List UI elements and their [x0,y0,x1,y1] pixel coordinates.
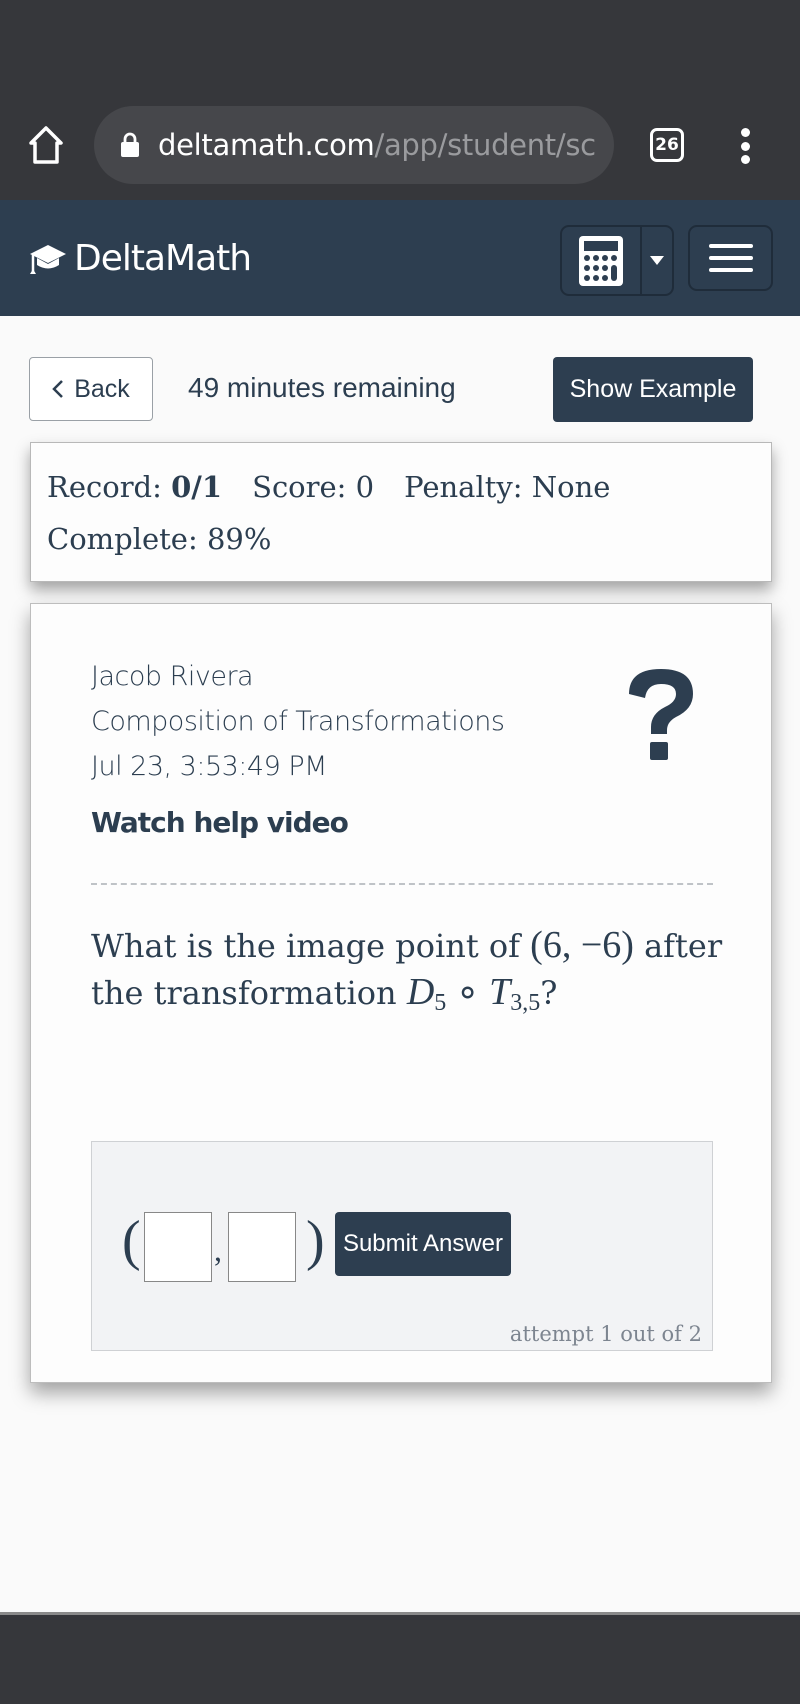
point-math: (6, −6) [530,924,634,966]
close-paren: ) [306,1210,325,1272]
calculator-dropdown-toggle[interactable] [642,227,672,294]
transformation-math: D5 ∘ T3,5 [406,971,541,1016]
comma: , [214,1232,222,1268]
compose-operator: ∘ [455,971,480,1013]
record-value: 0/1 [171,470,223,504]
tab-count: 26 [655,135,679,155]
time-remaining: 49 minutes remaining [188,372,456,403]
timestamp: Jul 23, 3:53:49 PM [91,751,327,782]
question-prefix: What is the image point of [91,927,520,965]
x-coordinate-input[interactable] [144,1212,212,1282]
menu-button[interactable] [688,225,773,291]
question-suffix: ? [540,974,558,1012]
question-text: What is the image point of (6, −6) after… [91,922,731,1026]
dot [740,155,750,164]
chevron-left-icon [52,380,64,398]
topic-title: Composition of Transformations [91,706,505,737]
status-bar [0,0,800,92]
lock-icon [121,132,139,157]
dilation-subscript: 5 [434,990,447,1016]
translation-symbol: T [489,971,511,1013]
dilation-symbol: D [406,971,435,1013]
caret-down-icon [650,256,664,265]
section-divider [91,883,713,885]
score-stat: Score: 0 [252,470,375,504]
watch-help-video-link[interactable]: Watch help video [91,806,349,839]
open-paren: ( [122,1210,141,1272]
show-example-button[interactable]: Show Example [553,357,753,422]
brand-name: DeltaMath [74,238,252,279]
stats-panel: Record: 0/1 Score: 0 Penalty: None Compl… [30,442,772,582]
attempt-counter: attempt 1 out of 2 [509,1322,702,1346]
complete-stat: Complete: 89% [47,522,272,556]
address-bar[interactable]: deltamath.com/app/student/sc [94,106,614,184]
home-button[interactable] [26,122,66,168]
translation-subscript: 3,5 [510,990,541,1016]
graduation-cap-icon [30,244,66,274]
student-name: Jacob Rivera [91,661,254,692]
answer-area: ( , ) Submit Answer attempt 1 out of 2 [91,1141,713,1351]
home-icon [29,126,63,164]
back-button[interactable]: Back [29,357,153,421]
url-path: /app/student/sc [374,128,596,162]
calculator-icon [579,235,623,286]
calculator-button[interactable] [562,227,642,294]
tab-switcher-button[interactable]: 26 [650,128,684,162]
problem-card: Jacob Rivera Composition of Transformati… [30,603,772,1383]
more-vertical-icon[interactable] [730,124,760,168]
url-host: deltamath.com [158,128,375,162]
record-stat: Record: 0/1 [47,469,222,505]
penalty-stat: Penalty: None [404,470,611,504]
hamburger-menu-icon [708,244,753,272]
system-navigation-bar [0,1612,800,1704]
dot [740,141,750,151]
brand-logo[interactable]: DeltaMath [28,238,252,279]
dot [740,128,750,137]
question-mark-icon[interactable] [621,664,701,764]
record-label: Record: [47,470,162,504]
problem-meta: Jacob Rivera Composition of Transformati… [91,654,505,789]
submit-answer-button[interactable]: Submit Answer [335,1212,511,1276]
calculator-button-group [560,225,674,296]
back-label: Back [74,374,130,403]
y-coordinate-input[interactable] [228,1212,296,1282]
